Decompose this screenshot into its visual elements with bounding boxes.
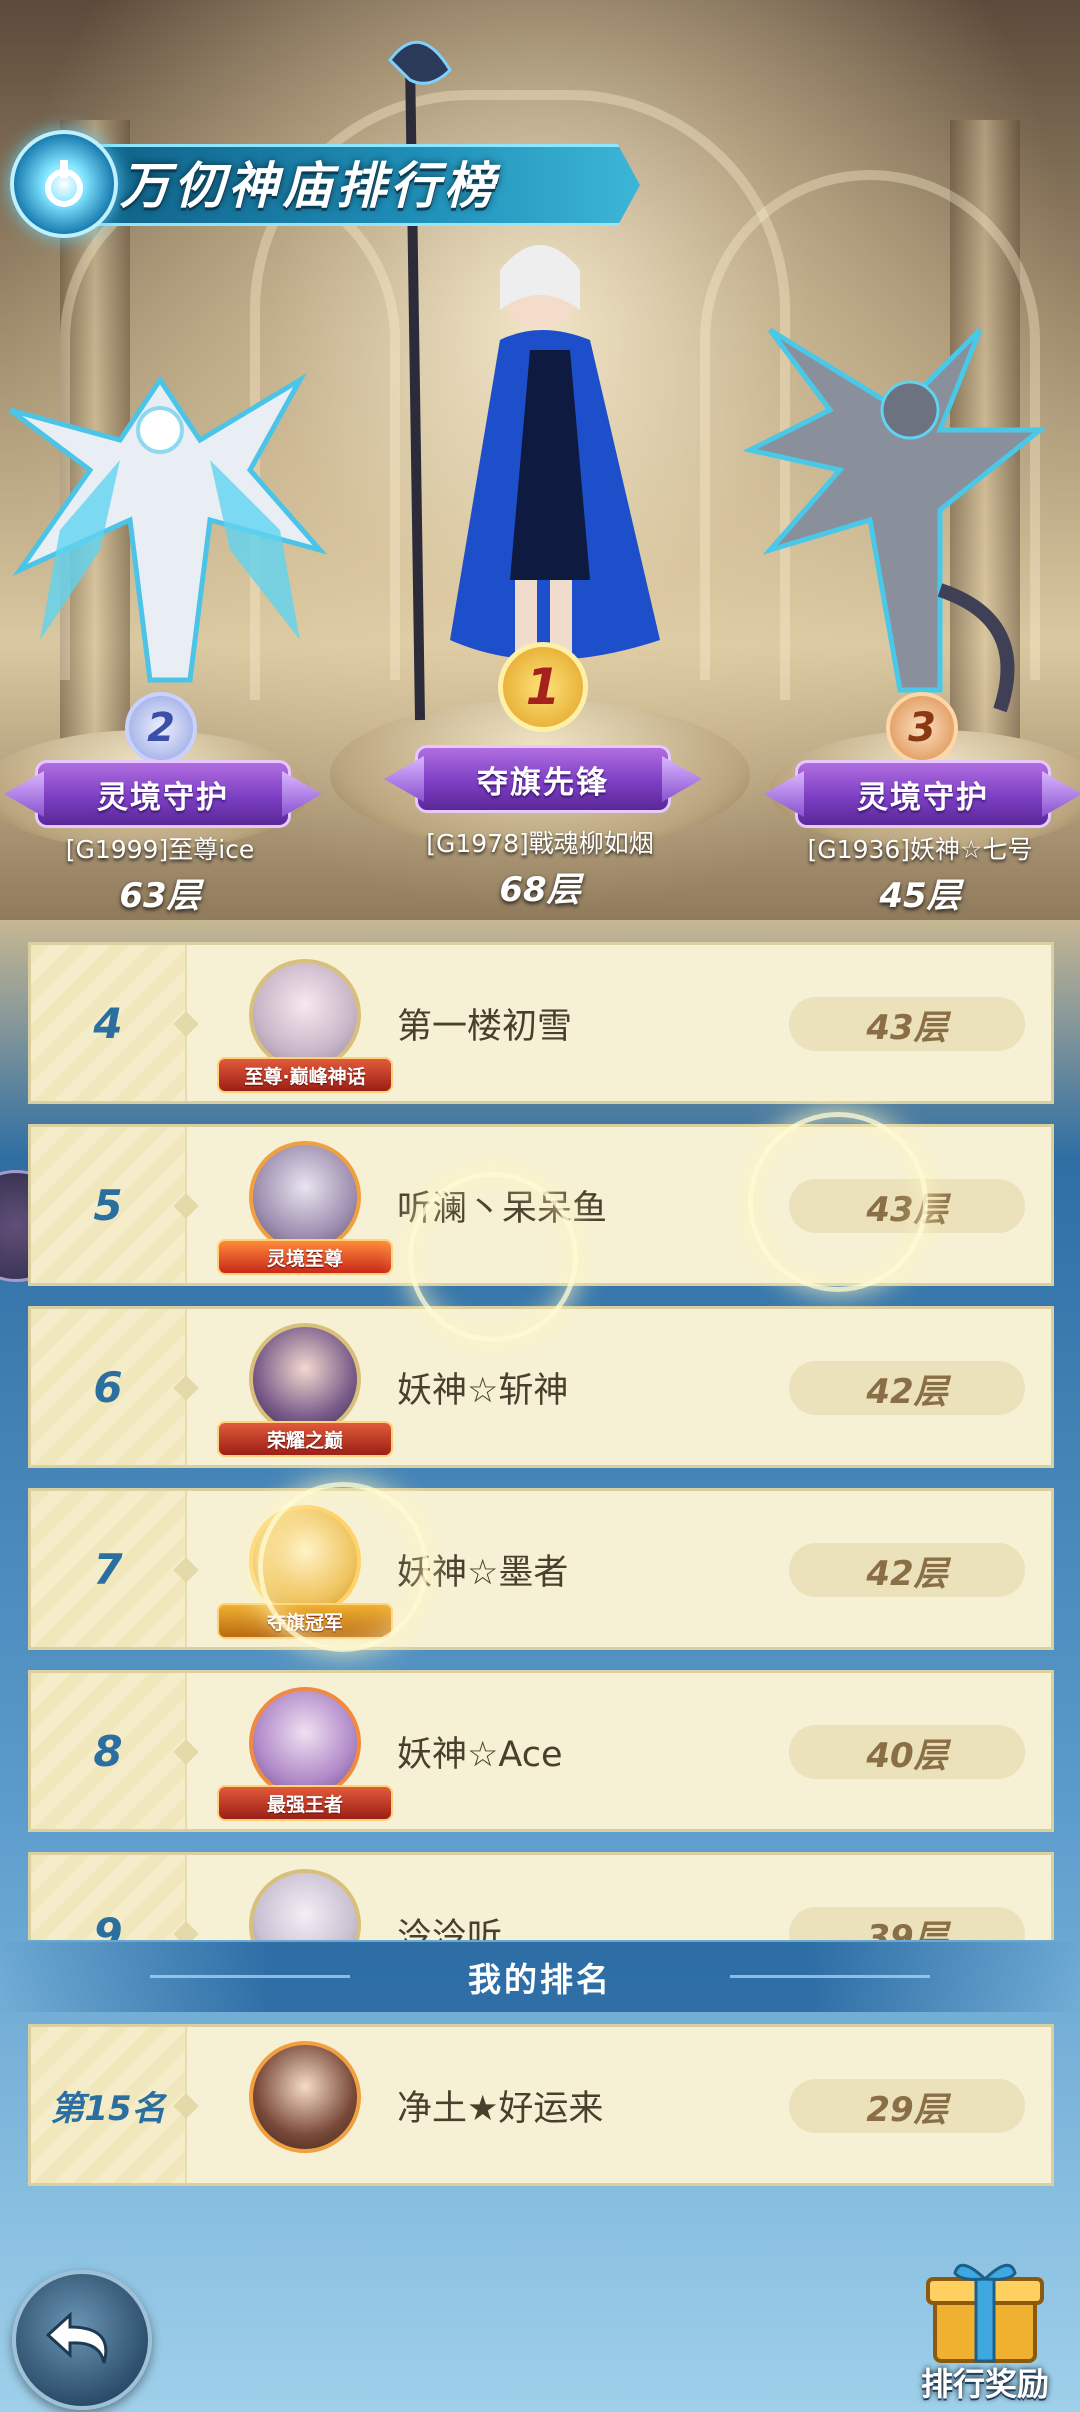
ranking-list[interactable]: 4 至尊·巅峰神话 第一楼初雪 43层 5 灵境至尊 听澜丶呆呆鱼 43层 6 … <box>28 942 1056 1940</box>
floor-value: 42层 <box>789 1543 1025 1597</box>
tap-ripple-effect <box>748 1112 928 1292</box>
page-title-banner: 万仞神庙排行榜 <box>10 130 640 238</box>
ranking-row[interactable]: 8 最强王者 妖神☆Ace 40层 <box>28 1670 1054 1832</box>
ranking-row[interactable]: 6 荣耀之巅 妖神☆斩神 42层 <box>28 1306 1054 1468</box>
my-avatar[interactable] <box>249 2041 361 2153</box>
player-name[interactable]: 第一楼初雪 <box>397 945 572 1101</box>
tap-ripple-effect <box>408 1172 578 1342</box>
my-rank-number: 第15名 <box>50 2088 166 2129</box>
rank-number: 9 <box>93 1908 123 1941</box>
rank-3-floor: 45层 <box>879 876 961 916</box>
ranking-row[interactable]: 9 泠泠听 39层 <box>28 1852 1054 1940</box>
my-player-name[interactable]: 净土★好运来 <box>397 2027 603 2183</box>
floor-value: 39层 <box>789 1907 1025 1940</box>
gift-box-icon <box>926 2263 1044 2363</box>
player-avatar[interactable] <box>249 1687 361 1799</box>
header-deco-line <box>730 1975 930 1978</box>
rank-2-floor: 63层 <box>119 876 201 916</box>
rank-1-floor: 68层 <box>499 870 581 910</box>
rank-number: 6 <box>93 1362 123 1412</box>
back-arrow-icon <box>45 2311 108 2364</box>
page-title: 万仞神庙排行榜 <box>120 157 498 215</box>
avatar-title-badge: 灵境至尊 <box>217 1239 393 1275</box>
avatar-title-badge: 最强王者 <box>217 1785 393 1821</box>
header-deco-line <box>150 1975 350 1978</box>
floor-value: 40层 <box>789 1725 1025 1779</box>
ranking-reward-button[interactable]: 排行奖励 <box>900 2255 1070 2405</box>
back-button[interactable] <box>12 2270 152 2410</box>
rank-number: 5 <box>93 1180 123 1230</box>
rank2-mecha-figure[interactable] <box>0 320 330 720</box>
rank-2-honor-plate: 灵境守护 <box>35 760 291 828</box>
rank-1-badge: 1 <box>498 642 588 732</box>
floor-value: 42层 <box>789 1361 1025 1415</box>
temple-emblem-icon <box>10 130 118 238</box>
player-name[interactable]: 妖神☆Ace <box>397 1673 562 1829</box>
my-rank-title: 我的排名 <box>468 1960 612 1999</box>
rank-2-badge: 2 <box>125 692 197 764</box>
avatar-title-badge: 荣耀之巅 <box>217 1421 393 1457</box>
my-rank-header: 我的排名 <box>0 1942 1080 2012</box>
player-avatar[interactable] <box>249 1141 361 1253</box>
podium-hero: 万仞神庙排行榜 2 1 3 灵境守护 夺旗先锋 灵境守护 [G1999]至尊ic… <box>0 0 1080 920</box>
ranking-row[interactable]: 7 夺旗冠军 妖神☆墨者 42层 <box>28 1488 1054 1650</box>
rank-number: 4 <box>93 998 123 1048</box>
rank-3-player-name[interactable]: [G1936]妖神☆七号 <box>770 830 1070 866</box>
player-avatar[interactable] <box>249 1869 361 1940</box>
my-floor-value: 29层 <box>789 2079 1025 2133</box>
ranking-reward-label: 排行奖励 <box>920 2365 1049 2403</box>
floor-value: 43层 <box>789 997 1025 1051</box>
my-rank-row[interactable]: 第15名 净土★好运来 29层 <box>28 2024 1054 2186</box>
rank1-heroine-figure[interactable] <box>330 20 750 740</box>
tap-ripple-effect <box>258 1482 428 1652</box>
ranking-row[interactable]: 4 至尊·巅峰神话 第一楼初雪 43层 <box>28 942 1054 1104</box>
rank-3-badge: 3 <box>886 692 958 764</box>
avatar-title-badge: 至尊·巅峰神话 <box>217 1057 393 1093</box>
rank-number: 8 <box>93 1726 123 1776</box>
rank-2-player-name[interactable]: [G1999]至尊ice <box>10 830 310 866</box>
rank-1-honor-plate: 夺旗先锋 <box>415 745 671 813</box>
rank-1-player-name[interactable]: [G1978]戰魂柳如烟 <box>390 824 690 860</box>
player-name[interactable]: 泠泠听 <box>397 1855 502 1941</box>
rank-number: 7 <box>93 1544 123 1594</box>
player-avatar[interactable] <box>249 1323 361 1435</box>
rank3-dragon-figure[interactable] <box>710 290 1080 730</box>
player-avatar[interactable] <box>249 959 361 1071</box>
rank-3-honor-plate: 灵境守护 <box>795 760 1051 828</box>
